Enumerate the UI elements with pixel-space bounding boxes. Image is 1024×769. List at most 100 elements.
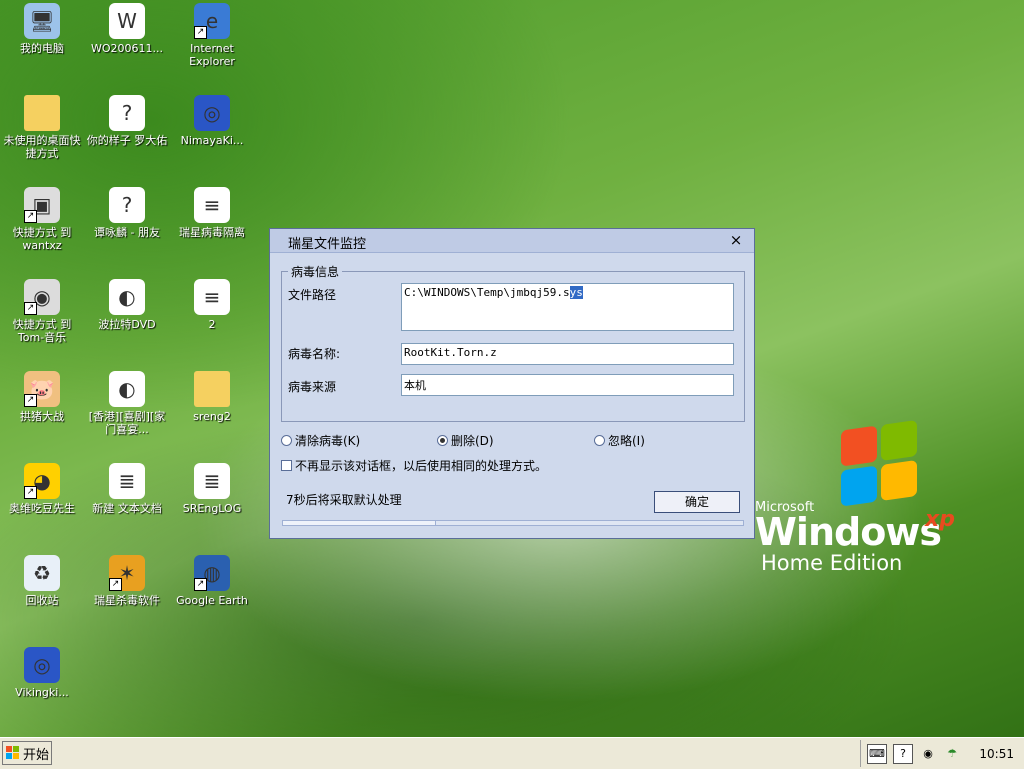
desktop-icon[interactable]: ? 你的样子 罗大佑 (85, 95, 169, 147)
desktop-icon[interactable]: ◐ 波拉特DVD (85, 279, 169, 331)
desktop-icon-label: 未使用的桌面快捷方式 (3, 134, 81, 160)
desktop-icon-label: 拱猪大战 (20, 410, 64, 423)
file-path-label: 文件路径 (288, 288, 337, 302)
ignore-option[interactable]: 忽略(I) (594, 432, 645, 449)
media-file-icon: ◐ (109, 279, 145, 315)
desktop-icon[interactable]: ◐ [香港][喜剧][家门喜宴... (85, 371, 169, 436)
desktop-icon-label: 你的样子 罗大佑 (86, 134, 168, 147)
recycle-bin-icon: ♻ (24, 555, 60, 591)
desktop-icon[interactable]: ≡ 2 (170, 279, 254, 331)
rising-antivirus-icon: ✶ ↗ (109, 555, 145, 591)
ignore-radio[interactable] (594, 435, 605, 446)
progress-fill (283, 521, 436, 525)
desktop-icon-label: NimayaKi... (180, 134, 244, 147)
delete-radio[interactable] (437, 435, 448, 446)
virus-source-field[interactable]: 本机 (401, 374, 734, 396)
dont-show-again-label: 不再显示该对话框，以后使用相同的处理方式。 (295, 459, 548, 473)
desktop-icon-label: 回收站 (25, 594, 59, 607)
virus-info-group: 病毒信息 文件路径 C:\WINDOWS\Temp\jmbqj59.sys 病毒… (281, 263, 745, 422)
start-button[interactable]: 开始 (2, 741, 52, 765)
desktop-icon-label: SREngLOG (182, 502, 242, 515)
desktop-icon-label: 瑞星杀毒软件 (94, 594, 160, 607)
desktop-icon[interactable]: ≣ 新建 文本文档 (85, 463, 169, 515)
desktop-icon-label: Internet Explorer (189, 42, 235, 68)
realplayer-file-icon: ? (109, 95, 145, 131)
virus-source-label: 病毒来源 (288, 380, 337, 394)
windows-flag-icon (841, 419, 921, 510)
desktop-icon[interactable]: ▣ ↗ 快捷方式 到 wantxz (0, 187, 84, 252)
shortcut-arrow-icon: ↗ (24, 302, 37, 315)
pig-game-icon: 🐷 ↗ (24, 371, 60, 407)
desktop-icon-label: 快捷方式 到 wantxz (12, 226, 72, 252)
desktop-icon-label: 快捷方式 到 Tom-音乐 (12, 318, 72, 344)
file-path-field[interactable]: C:\WINDOWS\Temp\jmbqj59.sys (401, 283, 734, 331)
desktop-icon[interactable]: 未使用的桌面快捷方式 (0, 95, 84, 160)
help-icon[interactable]: ? (893, 743, 913, 764)
desktop-icon[interactable]: ◉ ↗ 快捷方式 到 Tom-音乐 (0, 279, 84, 344)
xp-wordmark: xp (925, 507, 955, 532)
desktop-icon[interactable]: W WO200611... (85, 3, 169, 55)
google-earth-icon: ◍ ↗ (194, 555, 230, 591)
desktop-icon-label: WO200611... (90, 42, 163, 55)
desktop-icon[interactable]: ◎ Vikingki... (0, 647, 84, 699)
speaker-icon[interactable]: ◉ (919, 745, 937, 763)
desktop-icon-label: 新建 文本文档 (92, 502, 162, 515)
my-computer-icon: 🖥 (24, 3, 60, 39)
desktop-icon[interactable]: ◎ NimayaKi... (170, 95, 254, 147)
desktop-icon[interactable]: ♻ 回收站 (0, 555, 84, 607)
blue-app-icon: ◎ (194, 95, 230, 131)
group-title: 病毒信息 (288, 263, 343, 280)
desktop-icon-label: 奥维吃豆先生 (9, 502, 75, 515)
umbrella-icon[interactable]: ☂ (943, 745, 961, 763)
desktop-icon-label: 2 (208, 318, 216, 331)
desktop-icon-label: Vikingki... (15, 686, 69, 699)
clock[interactable]: 10:51 (979, 747, 1014, 761)
keyboard-icon[interactable]: ⌨ (867, 743, 887, 764)
dont-show-again-option[interactable]: 不再显示该对话框，以后使用相同的处理方式。 (281, 457, 547, 474)
desktop-icon[interactable]: ◍ ↗ Google Earth (170, 555, 254, 607)
dont-show-again-checkbox[interactable] (281, 460, 292, 471)
cd-icon: ◉ ↗ (24, 279, 60, 315)
virus-name-field[interactable]: RootKit.Torn.z (401, 343, 734, 365)
desktop-icon[interactable]: ≣ SREngLOG (170, 463, 254, 515)
folder-icon (194, 371, 230, 407)
desktop-icon[interactable]: ≡ 瑞星病毒隔离 (170, 187, 254, 239)
desktop-icon[interactable]: 🐷 ↗ 拱猪大战 (0, 371, 84, 423)
delete-option[interactable]: 删除(D) (437, 432, 494, 449)
clean-virus-option[interactable]: 清除病毒(K) (281, 432, 360, 449)
desktop-icon[interactable]: e ↗ Internet Explorer (170, 3, 254, 68)
file-path-text: C:\WINDOWS\Temp\jmbqj59.s (404, 286, 570, 299)
taskbar: 开始 ⌨ ? ◉ ☂ 10:51 (0, 737, 1024, 769)
dialog-title: 瑞星文件监控 (288, 237, 367, 252)
file-monitor-dialog: 瑞星文件监控 × 病毒信息 文件路径 C:\WINDOWS\Temp\jmbqj… (269, 228, 755, 539)
clean-virus-label: 清除病毒(K) (295, 434, 361, 448)
shortcut-arrow-icon: ↗ (194, 26, 207, 39)
desktop-icon[interactable]: 🖥 我的电脑 (0, 3, 84, 55)
text-document-icon: ≣ (109, 463, 145, 499)
start-label: 开始 (23, 747, 50, 763)
windows-xp-logo: Microsoft Windows xp Home Edition (755, 419, 975, 575)
windows-flag-icon (6, 746, 20, 760)
system-tray: ⌨ ? ◉ ☂ 10:51 (860, 740, 1024, 767)
internet-explorer-icon: e ↗ (194, 3, 230, 39)
folder-icon (24, 95, 60, 131)
ok-button[interactable]: 确定 (654, 491, 740, 513)
network-computer-icon: ▣ ↗ (24, 187, 60, 223)
shortcut-arrow-icon: ↗ (24, 486, 37, 499)
realplayer-file-icon: ? (109, 187, 145, 223)
clean-virus-radio[interactable] (281, 435, 292, 446)
text-document-icon: ≣ (194, 463, 230, 499)
desktop-icon-label: [香港][喜剧][家门喜宴... (88, 410, 166, 436)
blue-app-icon: ◎ (24, 647, 60, 683)
desktop-icon[interactable]: ✶ ↗ 瑞星杀毒软件 (85, 555, 169, 607)
desktop-icon-label: 波拉特DVD (98, 318, 156, 331)
desktop-icon[interactable]: sreng2 (170, 371, 254, 423)
word-document-icon: W (109, 3, 145, 39)
close-button[interactable]: × (728, 232, 744, 248)
desktop-icon[interactable]: ? 谭咏麟 - 朋友 (85, 187, 169, 239)
ignore-label: 忽略(I) (608, 434, 645, 448)
dialog-titlebar[interactable]: 瑞星文件监控 × (270, 229, 754, 253)
desktop-icon-label: Google Earth (176, 594, 248, 607)
desktop-icon[interactable]: ◕ ↗ 奥维吃豆先生 (0, 463, 84, 515)
pacman-icon: ◕ ↗ (24, 463, 60, 499)
